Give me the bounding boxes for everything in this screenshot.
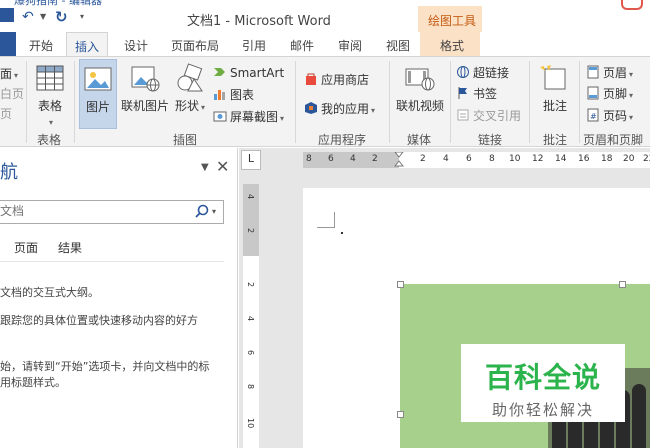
undo-dropdown-icon[interactable]: ▼ [40, 12, 46, 21]
resize-handle-tl[interactable] [397, 281, 404, 288]
chart-icon [214, 90, 225, 100]
chart-button[interactable]: 图表 [213, 86, 254, 103]
margin-corner-mark [317, 212, 335, 228]
hyperlink-icon [457, 66, 469, 78]
page-number-button[interactable]: # 页码 ▾ [586, 107, 633, 124]
nav-tab-pages[interactable]: 页面 [14, 239, 38, 256]
close-icon[interactable]: ✕ [216, 157, 229, 176]
my-apps-button[interactable]: 我的应用 ▾ [304, 100, 375, 117]
table-icon [36, 65, 64, 91]
nav-help-text-3: 始，请转到“开始”选项卡，并向文档中的标 [0, 360, 210, 373]
tab-view[interactable]: 视图 [386, 37, 410, 54]
document-title: 文档1 - Microsoft Word [187, 14, 331, 29]
background-window-title[interactable]: 爆狗指南 - 编辑器 [14, 0, 124, 8]
comment-icon [540, 65, 566, 90]
nav-pane-title: 航 [0, 162, 18, 183]
store-button[interactable]: 应用商店 [304, 71, 369, 88]
ribbon: 面 ▾ 白页 页 表格 ▾ 表格 图片 联机图片 形状 ▾ SmartArt 图… [0, 56, 650, 147]
header-button[interactable]: 页眉 ▾ [586, 64, 633, 81]
online-video-button[interactable]: 联机视频 [394, 57, 446, 114]
resize-handle-tm[interactable] [619, 281, 626, 288]
online-picture-icon [131, 66, 160, 92]
picture-icon [84, 67, 112, 91]
file-tab[interactable] [0, 32, 16, 56]
context-group-label: 绘图工具 [428, 14, 477, 28]
shapes-icon [177, 63, 203, 92]
search-icon[interactable] [194, 203, 210, 219]
table-button[interactable]: 表格 ▾ [33, 57, 67, 128]
nav-search-box[interactable]: ▾ [0, 200, 224, 224]
header-footer-group-label: 页眉和页脚 [583, 133, 644, 147]
tab-layout[interactable]: 页面布局 [171, 37, 219, 54]
shapes-button[interactable]: 形状 ▾ [173, 57, 207, 114]
nav-pane-menu-icon[interactable]: ▼ [201, 162, 209, 173]
blank-page-button[interactable]: 白页 [0, 85, 24, 102]
media-group-label: 媒体 [407, 133, 432, 147]
smartart-icon [214, 68, 225, 76]
comment-button[interactable]: 批注 [535, 57, 575, 114]
tab-references[interactable]: 引用 [242, 37, 266, 54]
page-number-icon: # [587, 108, 599, 122]
ribbon-tabs: 开始 插入 设计 页面布局 引用 邮件 审阅 视图 格式 [0, 32, 650, 57]
illustrations-group-label: 插图 [173, 133, 198, 147]
search-input[interactable] [0, 201, 180, 221]
file-tab-edge[interactable] [0, 8, 14, 22]
tab-format[interactable]: 格式 [420, 32, 481, 56]
hyperlink-button[interactable]: 超链接 [456, 64, 509, 81]
comments-group-label: 批注 [543, 133, 568, 147]
tab-design[interactable]: 设计 [124, 37, 148, 54]
navigation-pane: 航 ▼ ✕ ▾ 页面 结果 文档的交互式大纲。 跟踪您的具体位置或快速移动内容的… [0, 148, 238, 448]
footer-icon [587, 86, 599, 100]
apps-group-label: 应用程序 [318, 133, 367, 147]
cross-reference-icon [457, 109, 469, 121]
tab-insert[interactable]: 插入 [66, 32, 109, 57]
tab-home[interactable]: 开始 [29, 37, 53, 54]
cover-page-button[interactable]: 面 ▾ [0, 65, 18, 82]
vertical-ruler[interactable]: 4 2 2 4 6 8 10 [243, 184, 259, 448]
title-bar: 爆狗指南 - 编辑器 ↶ ▼ ↻ ▾ 文档1 - Microsoft Word … [0, 0, 650, 32]
nav-help-text-1: 文档的交互式大纲。 [0, 286, 99, 299]
redo-icon[interactable]: ↻ [55, 8, 68, 26]
bookmark-icon [458, 87, 467, 99]
watermark-title: 百科全说 [484, 361, 601, 394]
tables-group-label: 表格 [37, 133, 62, 147]
search-options-icon[interactable]: ▾ [212, 207, 216, 216]
picture-button[interactable]: 图片 [79, 59, 117, 129]
footer-button[interactable]: 页脚 ▾ [586, 85, 633, 102]
online-video-icon [405, 68, 435, 91]
bookmark-button[interactable]: 书签 [456, 85, 497, 102]
watermark-subtitle: 助你轻松解决 [491, 401, 594, 419]
horizontal-ruler[interactable]: 8 6 4 2 2 4 6 8 10 12 14 16 18 20 22 [303, 152, 650, 168]
my-apps-icon [305, 102, 317, 114]
online-picture-button[interactable]: 联机图片 [119, 57, 171, 114]
store-icon [306, 73, 316, 85]
page-break-button[interactable]: 页 [0, 105, 12, 122]
indent-marker-icon[interactable] [394, 152, 404, 170]
links-group-label: 链接 [478, 133, 503, 147]
tab-mailings[interactable]: 邮件 [290, 37, 314, 54]
customize-qat-icon[interactable]: ▾ [80, 12, 84, 21]
tab-selector[interactable]: L [241, 150, 261, 170]
watermark-logo: 百科全说 助你轻松解决 [461, 344, 625, 422]
svg-text:#: # [590, 112, 597, 121]
nav-tab-results[interactable]: 结果 [58, 239, 82, 256]
resize-handle-ml[interactable] [397, 411, 404, 418]
nav-help-text-2: 跟踪您的具体位置或快速移动内容的好方 [0, 314, 198, 327]
screenshot-icon [213, 111, 227, 122]
text-cursor [341, 232, 343, 234]
screenshot-button[interactable]: 屏幕截图 ▾ [213, 108, 284, 125]
nav-help-text-4: 用标题样式。 [0, 376, 66, 389]
tab-review[interactable]: 审阅 [338, 37, 362, 54]
undo-icon[interactable]: ↶ [22, 9, 34, 25]
cross-reference-button[interactable]: 交叉引用 [456, 107, 521, 124]
smartart-button[interactable]: SmartArt [213, 65, 284, 80]
browser-icon[interactable] [621, 0, 643, 10]
header-icon [587, 65, 599, 79]
